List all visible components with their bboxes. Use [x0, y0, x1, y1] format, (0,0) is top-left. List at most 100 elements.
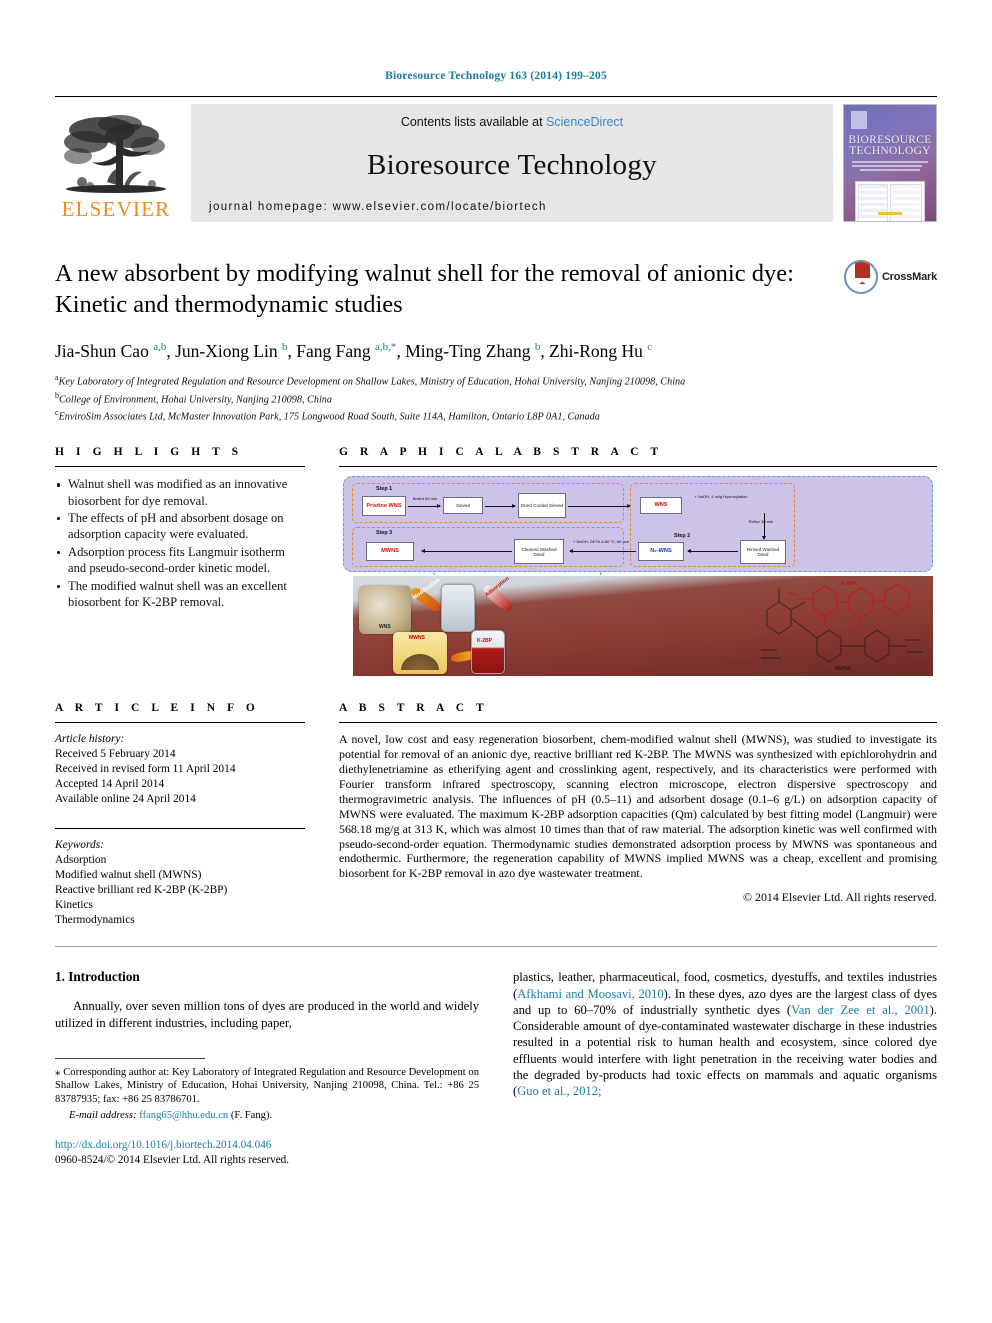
- footnote-marker: ⁎: [55, 1065, 61, 1078]
- ga-photo-dye-solution: [471, 630, 505, 675]
- paper-page: Bioresource Technology 163 (2014) 199–20…: [0, 0, 992, 1323]
- journal-homepage[interactable]: journal homepage: www.elsevier.com/locat…: [191, 201, 833, 213]
- ga-structure-svg: K-2BP: [761, 581, 923, 663]
- cover-footer: [844, 207, 936, 215]
- ga-chemical-structure: K-2BP MWNS: [757, 580, 929, 672]
- author-list: Jia-Shun Cao a,b, Jun-Xiong Lin b, Fang …: [55, 340, 653, 361]
- article-history-item: Received 5 February 2014: [55, 748, 176, 761]
- journal-band: Contents lists available at ScienceDirec…: [191, 104, 833, 222]
- title-block: CrossMark A new absorbent by modifying w…: [55, 258, 937, 424]
- citation-link-2[interactable]: Van der Zee et al., 2001: [791, 1003, 930, 1017]
- body-column-right: plastics, leather, pharmaceutical, food,…: [513, 969, 937, 1167]
- affiliation-item: aKey Laboratory of Integrated Regulation…: [55, 371, 937, 389]
- author-affiliation-marker: b: [282, 341, 288, 353]
- ga-node-wns: WNS: [640, 497, 682, 515]
- ga-arrow-7: [421, 549, 512, 554]
- journal-cover-thumbnail: BIORESOURCE TECHNOLOGY: [843, 104, 937, 222]
- abstract-text: A novel, low cost and easy regeneration …: [339, 732, 937, 881]
- cover-title-line2: TECHNOLOGY: [849, 145, 931, 157]
- affiliation-text: College of Environment, Hohai University…: [59, 394, 332, 406]
- cover-subtitle-lines: [852, 161, 928, 175]
- articleinfo-and-abstract: A R T I C L E I N F O Article history: R…: [55, 702, 937, 928]
- ga-node-cleaned-washed-dried: Cleaned Washed Dried: [514, 539, 564, 565]
- ga-arrow-2: [485, 504, 516, 509]
- article-history-block: Article history: Received 5 February 201…: [55, 732, 305, 807]
- page-title: A new absorbent by modifying walnut shel…: [55, 260, 794, 318]
- article-info-heading: A R T I C L E I N F O: [55, 702, 260, 715]
- ga-step3-label: Step 3: [376, 530, 393, 537]
- ga-photo-panel: WNS Modification Adsorption MWNS K-2BP K…: [353, 576, 933, 677]
- abstract-rule: [339, 722, 937, 724]
- abstract-copyright: © 2014 Elsevier Ltd. All rights reserved…: [743, 890, 937, 905]
- footnote-text: Corresponding author at: Key Laboratory …: [55, 1066, 479, 1105]
- ga-node-n2-wns: N₂-WNS: [638, 542, 684, 562]
- ga-node-mwns: MWNS: [366, 542, 414, 562]
- graphical-abstract-figure: Step 1 Step 3 Step 2 Pristine WNS Boiled…: [339, 476, 937, 677]
- highlights-column: H I G H L I G H T S Walnut shell was mod…: [55, 446, 305, 676]
- doi-link[interactable]: http://dx.doi.org/10.1016/j.biortech.201…: [55, 1138, 479, 1153]
- keywords-rule: [55, 828, 305, 830]
- ga-structure-caption: MWNS: [835, 666, 851, 673]
- keywords-block: Keywords: Adsorption Modified walnut she…: [55, 838, 305, 928]
- author-name: Ming-Ting Zhang: [405, 340, 531, 361]
- contents-line: Contents lists available at ScienceDirec…: [191, 115, 833, 129]
- sciencedirect-link[interactable]: ScienceDirect: [546, 115, 623, 129]
- doi-block: http://dx.doi.org/10.1016/j.biortech.201…: [55, 1138, 479, 1167]
- graphical-abstract-column: G R A P H I C A L A B S T R A C T Step 1…: [339, 446, 937, 677]
- ga-photo-beaker: [441, 584, 475, 633]
- article-info-column: A R T I C L E I N F O Article history: R…: [55, 702, 305, 928]
- affiliation-text: Key Laboratory of Integrated Regulation …: [58, 376, 686, 388]
- list-item: Adsorption process fits Langmuir isother…: [55, 544, 305, 577]
- author-affiliation-marker: b: [534, 341, 541, 353]
- keyword-item: Modified walnut shell (MWNS): [55, 869, 202, 882]
- ga-annotation-1: Boiled 60 min: [412, 496, 438, 502]
- abstract-heading: A B S T R A C T: [339, 702, 489, 715]
- author-item: Jun-Xiong Lin b: [175, 341, 287, 361]
- keyword-item: Thermodynamics: [55, 914, 135, 927]
- ga-step2-label: Step 2: [674, 533, 691, 540]
- email-link[interactable]: ffang65@hhu.edu.cn: [139, 1110, 228, 1121]
- author-name: Fang Fang: [296, 340, 371, 361]
- body-columns: 1. Introduction Annually, over seven mil…: [55, 969, 937, 1167]
- ga-node-rinsed-washed-dried: Rinsed Washed Dried: [740, 540, 786, 565]
- article-history-item: Received in revised form 11 April 2014: [55, 763, 236, 776]
- ga-node-pristine-wns: Pristine WNS: [362, 496, 406, 517]
- ga-arrow-4: [762, 513, 766, 541]
- ga-label-wns: WNS: [379, 624, 391, 631]
- author-name: Jun-Xiong Lin: [175, 340, 278, 361]
- author-item: Ming-Ting Zhang b: [405, 341, 540, 361]
- crossmark-badge[interactable]: CrossMark: [843, 260, 937, 294]
- highlights-heading: H I G H L I G H T S: [55, 446, 243, 459]
- ga-flowchart-panel: Step 1 Step 3 Step 2 Pristine WNS Boiled…: [343, 476, 933, 573]
- body-column-left: 1. Introduction Annually, over seven mil…: [55, 969, 479, 1167]
- ga-annotation-4: + NaOH, DETA Δ 80 °C, 60 min: [573, 539, 629, 545]
- author-item: Fang Fang a,b,*: [296, 341, 396, 361]
- issn-copyright-line: 0960-8524/© 2014 Elsevier Ltd. All right…: [55, 1153, 290, 1166]
- list-item: Walnut shell was modified as an innovati…: [55, 476, 305, 509]
- running-head: Bioresource Technology 163 (2014) 199–20…: [385, 70, 607, 82]
- highlights-list: Walnut shell was modified as an innovati…: [55, 476, 305, 610]
- author-name: Jia-Shun Cao: [55, 340, 149, 361]
- elsevier-wordmark: ELSEVIER: [61, 197, 171, 221]
- list-item: The modified walnut shell was an excelle…: [55, 578, 305, 611]
- highlights-and-graphical-abstract: H I G H L I G H T S Walnut shell was mod…: [55, 446, 937, 677]
- author-affiliation-marker: c: [647, 341, 653, 353]
- elsevier-tree-icon: [64, 115, 166, 193]
- list-item: The effects of pH and absorbent dosage o…: [55, 510, 305, 543]
- author-item: Jia-Shun Cao a,b: [55, 341, 166, 361]
- citation-link-1[interactable]: Afkhami and Moosavi, 2010: [517, 987, 663, 1001]
- author-affiliation-marker: a,b,*: [375, 341, 397, 353]
- ga-node-sieved: Sieved: [443, 497, 483, 515]
- corresponding-author-footnote: ⁎ Corresponding author at: Key Laborator…: [55, 1066, 479, 1122]
- graphical-abstract-rule: [339, 466, 937, 468]
- body-divider: [55, 946, 937, 948]
- keywords-title: Keywords:: [55, 839, 104, 852]
- cover-elsevier-icon: [851, 111, 867, 129]
- citation-link-3[interactable]: Guo et al., 2012;: [517, 1084, 601, 1098]
- svg-text:K-2BP: K-2BP: [841, 581, 857, 587]
- ga-annotation-2: + NaOH, 4 ml/g Hydroxylation: [694, 494, 748, 500]
- ga-arrow-1: [408, 504, 441, 509]
- ga-arrow-5: [687, 549, 738, 554]
- highlights-rule: [55, 466, 305, 468]
- email-line: E-mail address: ffang65@hhu.edu.cn (F. F…: [55, 1109, 479, 1123]
